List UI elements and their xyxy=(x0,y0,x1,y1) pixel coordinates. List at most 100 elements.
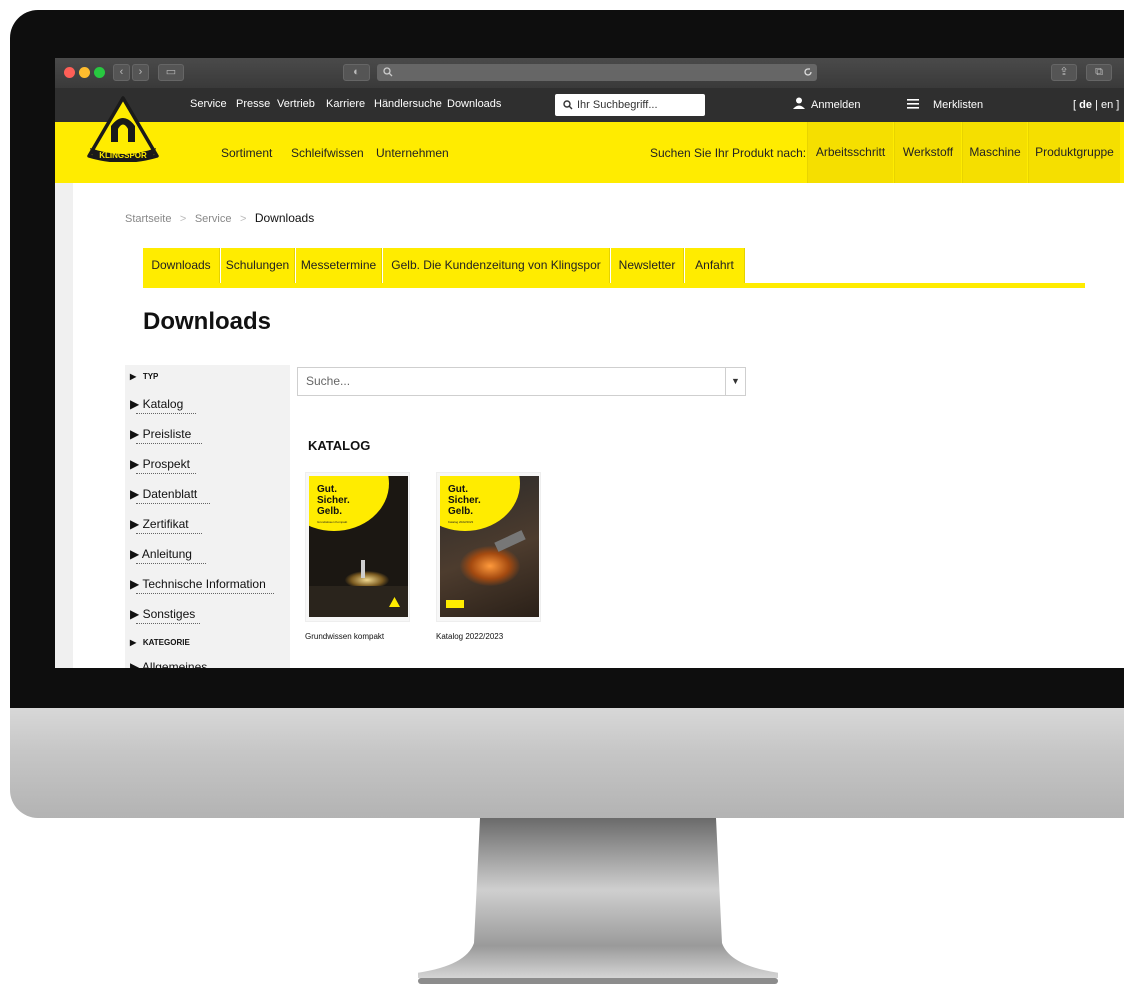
login-link[interactable]: Anmelden xyxy=(811,99,861,111)
filter-underline xyxy=(136,503,210,504)
tab-underline xyxy=(143,283,1085,288)
main-nav-sortiment[interactable]: Sortiment xyxy=(221,146,272,160)
zoom-window-button[interactable] xyxy=(94,67,105,78)
tab-downloads[interactable]: Downloads xyxy=(143,248,220,283)
cover-headline-line: Gut. xyxy=(448,484,468,495)
filter-underline xyxy=(136,473,196,474)
tab-anfahrt[interactable]: Anfahrt xyxy=(685,248,745,283)
section-heading-katalog: KATALOG xyxy=(308,438,371,453)
site-search-input[interactable]: Ihr Suchbegriff... xyxy=(555,94,705,116)
lang-en-link[interactable]: en xyxy=(1101,99,1113,111)
top-nav-service[interactable]: Service xyxy=(190,98,227,110)
breadcrumb-current: Downloads xyxy=(254,211,315,225)
filter-item-label: Zertifikat xyxy=(142,517,189,531)
address-bar[interactable] xyxy=(377,64,817,81)
filter-item-anleitung[interactable]: ▶ Anleitung xyxy=(130,547,192,561)
filter-tab-produktgruppe[interactable]: Produktgruppe xyxy=(1028,122,1120,183)
share-icon[interactable]: ⇪ xyxy=(1051,64,1077,81)
chevron-down-icon[interactable]: ▼ xyxy=(725,368,745,395)
lang-separator: | xyxy=(1095,99,1098,111)
logo-wordmark: KLINGSPOR xyxy=(99,151,147,160)
filter-sidebar: ▶ TYP ▶ Katalog ▶ Preisliste ▶ Prospekt … xyxy=(125,365,290,668)
filter-heading-typ-label: TYP xyxy=(142,372,159,381)
lang-de-link[interactable]: de xyxy=(1079,99,1092,111)
download-title[interactable]: Grundwissen kompakt xyxy=(305,632,384,641)
top-navigation: Service Presse Vertrieb Karriere Händler… xyxy=(55,88,1124,122)
filter-underline xyxy=(136,593,274,594)
download-card[interactable]: Gut. Sicher. Gelb. Katalog 2022/2023 xyxy=(436,472,541,622)
cover-grinder xyxy=(494,530,526,552)
filter-item-prospekt[interactable]: ▶ Prospekt xyxy=(130,457,190,471)
filter-underline xyxy=(136,413,196,414)
top-nav-vertrieb[interactable]: Vertrieb xyxy=(277,98,315,110)
tab-kundenzeitung[interactable]: Gelb. Die Kundenzeitung von Klingspor xyxy=(383,248,610,283)
breadcrumb-service[interactable]: Service xyxy=(195,213,232,225)
cover-headline-line: Sicher. xyxy=(317,495,350,506)
forward-icon[interactable]: › xyxy=(132,64,149,81)
download-title[interactable]: Katalog 2022/2023 xyxy=(436,632,503,641)
browser-screen: ‹ › ▭ ◐ ⇪ ⧉ Service Presse Vertrieb Karr… xyxy=(55,58,1124,668)
wishlist-link[interactable]: Merklisten xyxy=(933,99,983,111)
reload-icon[interactable] xyxy=(803,67,813,77)
filter-underline xyxy=(136,563,206,564)
monitor-stand xyxy=(418,818,778,984)
main-nav-unternehmen[interactable]: Unternehmen xyxy=(376,146,449,160)
filter-item-katalog[interactable]: ▶ Katalog xyxy=(130,397,183,411)
cover-logo-icon xyxy=(389,597,400,607)
filter-heading-typ[interactable]: ▶ TYP xyxy=(130,372,158,381)
cover-brand-tag xyxy=(446,600,464,608)
main-content: Startseite > Service > Downloads Downloa… xyxy=(73,183,1124,668)
sidebar-toggle-icon[interactable]: ▭ xyxy=(158,64,184,81)
filter-item-zertifikat[interactable]: ▶ Zertifikat xyxy=(130,517,189,531)
download-card[interactable]: Gut. Sicher. Gelb. Grundwissen Kompakt xyxy=(305,472,410,622)
search-icon xyxy=(563,100,573,110)
privacy-shield-icon[interactable]: ◐ xyxy=(343,64,370,81)
klingspor-logo[interactable]: KLINGSPOR xyxy=(87,96,159,162)
tabs-overview-icon[interactable]: ⧉ xyxy=(1086,64,1112,81)
close-window-button[interactable] xyxy=(64,67,75,78)
filter-item-label: Prospekt xyxy=(142,457,190,471)
filter-item-label: Technische Information xyxy=(142,577,266,591)
download-search-input[interactable]: Suche... ▼ xyxy=(297,367,746,396)
top-nav-karriere[interactable]: Karriere xyxy=(326,98,365,110)
filter-item-preisliste[interactable]: ▶ Preisliste xyxy=(130,427,191,441)
filter-item-allgemeines[interactable]: ▶ Allgemeines xyxy=(130,660,207,668)
catalog-cover-image: Gut. Sicher. Gelb. Katalog 2022/2023 xyxy=(440,476,539,617)
filter-underline xyxy=(136,623,200,624)
filter-tab-werkstoff[interactable]: Werkstoff xyxy=(894,122,961,183)
top-nav-presse[interactable]: Presse xyxy=(236,98,270,110)
filter-item-sonstiges[interactable]: ▶ Sonstiges xyxy=(130,607,195,621)
catalog-cover-image: Gut. Sicher. Gelb. Grundwissen Kompakt xyxy=(309,476,408,617)
filter-tab-maschine[interactable]: Maschine xyxy=(962,122,1027,183)
filter-item-label: Sonstiges xyxy=(142,607,196,621)
breadcrumb-separator: > xyxy=(239,213,247,225)
back-icon[interactable]: ‹ xyxy=(113,64,130,81)
filter-tab-arbeitsschritt[interactable]: Arbeitsschritt xyxy=(807,122,893,183)
user-icon xyxy=(793,97,805,109)
filter-underline xyxy=(136,443,202,444)
cover-headline-line: Sicher. xyxy=(448,495,481,506)
breadcrumb-home[interactable]: Startseite xyxy=(125,213,171,225)
download-search-placeholder: Suche... xyxy=(306,374,351,388)
tab-messetermine[interactable]: Messetermine xyxy=(296,248,382,283)
top-nav-haendlersuche[interactable]: Händlersuche xyxy=(374,98,442,110)
filter-item-label: Allgemeines xyxy=(141,660,208,668)
browser-toolbar: ‹ › ▭ ◐ ⇪ ⧉ xyxy=(55,58,1124,88)
page-title: Downloads xyxy=(143,308,272,335)
filter-item-label: Anleitung xyxy=(141,547,192,561)
cover-subtitle: Katalog 2022/2023 xyxy=(448,520,474,524)
top-nav-downloads[interactable]: Downloads xyxy=(447,98,501,110)
tab-schulungen[interactable]: Schulungen xyxy=(221,248,295,283)
filter-item-datenblatt[interactable]: ▶ Datenblatt xyxy=(130,487,197,501)
filter-heading-kategorie[interactable]: ▶ KATEGORIE xyxy=(130,638,190,647)
tab-newsletter[interactable]: Newsletter xyxy=(611,248,684,283)
minimize-window-button[interactable] xyxy=(79,67,90,78)
cover-worker-figure xyxy=(361,560,365,578)
filter-item-technische-information[interactable]: ▶ Technische Information xyxy=(130,577,266,591)
main-nav-schleifwissen[interactable]: Schleifwissen xyxy=(291,146,364,160)
filter-underline xyxy=(136,533,202,534)
lang-bracket-open: [ xyxy=(1073,99,1077,111)
filter-item-label: Katalog xyxy=(142,397,184,411)
lang-bracket-close: ] xyxy=(1116,99,1120,111)
filter-item-label: Preisliste xyxy=(142,427,192,441)
